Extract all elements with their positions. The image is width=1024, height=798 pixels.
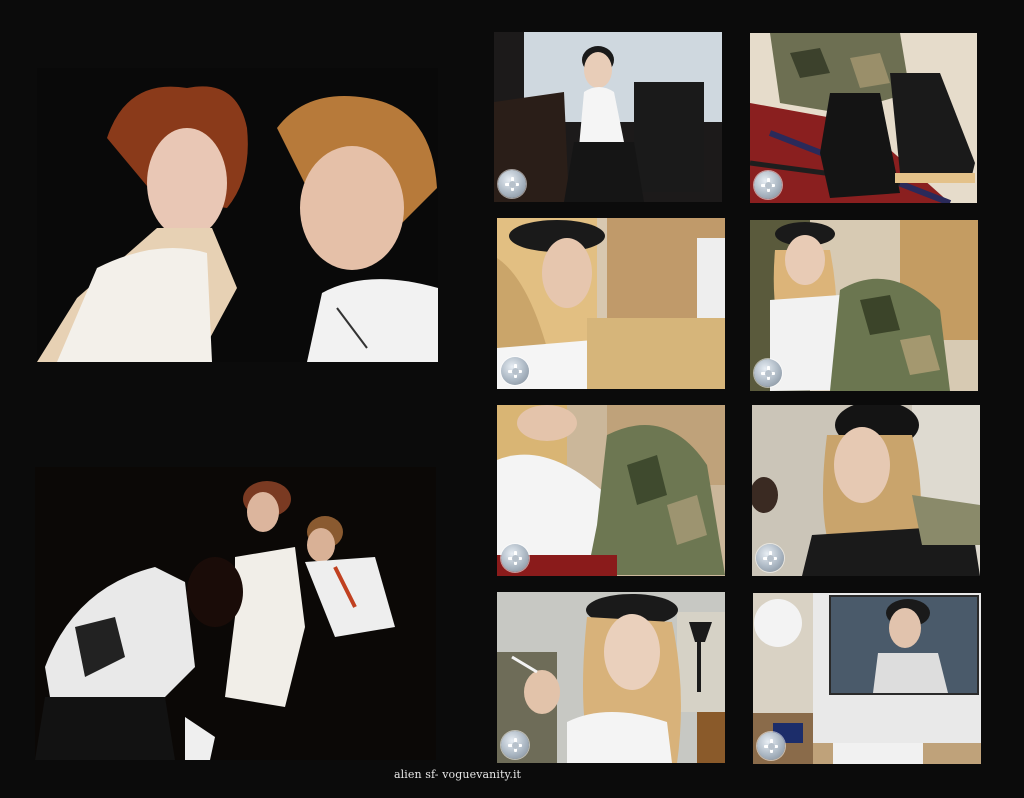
photo-group-on-dark-backdrop[interactable] <box>35 467 436 760</box>
photo-image <box>35 467 436 760</box>
zoom-icon[interactable] <box>754 171 782 199</box>
photo-image <box>497 218 725 389</box>
photo-black-combat-boots-on-plaid[interactable] <box>750 33 977 203</box>
photo-model-at-desk-with-lamp[interactable] <box>494 32 722 202</box>
photo-image <box>750 33 977 203</box>
photo-model-closeup-beret[interactable] <box>752 405 980 576</box>
photo-image <box>494 32 722 202</box>
photo-image <box>750 220 978 391</box>
photo-model-seated-camouflage-pants[interactable] <box>750 220 978 391</box>
photo-image <box>37 68 438 362</box>
photo-two-models-portrait[interactable] <box>37 68 438 362</box>
photo-image <box>752 405 980 576</box>
zoom-icon[interactable] <box>498 170 526 198</box>
photo-image <box>497 592 725 763</box>
photo-computer-screen-with-model[interactable] <box>753 593 981 764</box>
photo-image <box>753 593 981 764</box>
zoom-icon[interactable] <box>757 732 785 760</box>
source-caption: alien sf- voguevanity.it <box>394 768 522 781</box>
photo-model-reclining-camouflage[interactable] <box>497 405 725 576</box>
zoom-icon[interactable] <box>501 544 529 572</box>
zoom-icon[interactable] <box>501 357 529 385</box>
photo-model-smoking-with-lamp[interactable] <box>497 592 725 763</box>
photo-model-profile-with-beret[interactable] <box>497 218 725 389</box>
zoom-icon[interactable] <box>756 544 784 572</box>
zoom-icon[interactable] <box>754 359 782 387</box>
photo-image <box>497 405 725 576</box>
zoom-icon[interactable] <box>501 731 529 759</box>
